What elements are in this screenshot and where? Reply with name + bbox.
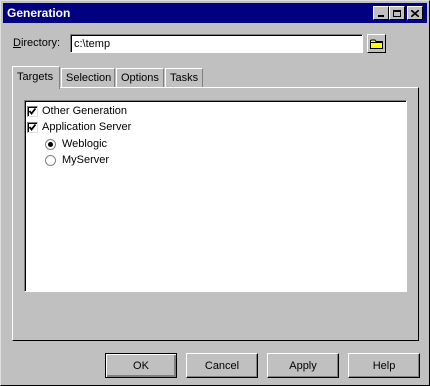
apply-button[interactable]: Apply — [267, 353, 339, 378]
maximize-button[interactable] — [389, 6, 405, 20]
ok-button[interactable]: OK — [105, 353, 177, 378]
server-label: Weblogic — [62, 138, 108, 150]
close-button[interactable] — [407, 6, 423, 20]
target-label: Other Generation — [42, 105, 127, 117]
server-myserver[interactable]: MyServer — [45, 153, 109, 167]
checkmark-icon — [28, 123, 37, 131]
radio-button[interactable] — [45, 154, 56, 166]
close-icon — [411, 9, 419, 17]
target-other-generation[interactable]: Other Generation — [27, 104, 127, 118]
checkmark-icon — [28, 107, 37, 115]
server-weblogic[interactable]: Weblogic — [45, 137, 107, 151]
directory-input[interactable] — [70, 34, 363, 53]
tab-selection[interactable]: Selection — [61, 68, 115, 87]
target-label: Application Server — [42, 121, 132, 133]
minimize-button[interactable] — [373, 6, 389, 20]
cancel-button[interactable]: Cancel — [186, 353, 258, 378]
tab-options[interactable]: Options — [116, 68, 164, 87]
target-application-server[interactable]: Application Server — [27, 120, 131, 134]
folder-icon — [370, 39, 383, 49]
radio-button[interactable] — [45, 138, 56, 150]
directory-label: Directory: — [13, 37, 61, 49]
radio-selected-dot — [48, 141, 53, 147]
generation-dialog: Generation Directory: Targets Selection … — [0, 0, 430, 386]
maximize-icon — [393, 9, 401, 17]
title-bar[interactable]: Generation — [3, 3, 427, 23]
checkbox[interactable] — [27, 121, 38, 133]
browse-directory-button[interactable] — [367, 34, 386, 53]
targets-panel: Other Generation Application Server Webl… — [12, 87, 419, 341]
tab-tasks[interactable]: Tasks — [165, 68, 203, 87]
tab-targets[interactable]: Targets — [12, 66, 60, 89]
minimize-icon — [378, 15, 384, 17]
window-title: Generation — [7, 6, 71, 20]
checkbox[interactable] — [27, 105, 38, 117]
server-label: MyServer — [62, 154, 110, 166]
targets-list: Other Generation Application Server Webl… — [24, 100, 407, 292]
help-button[interactable]: Help — [348, 353, 420, 378]
